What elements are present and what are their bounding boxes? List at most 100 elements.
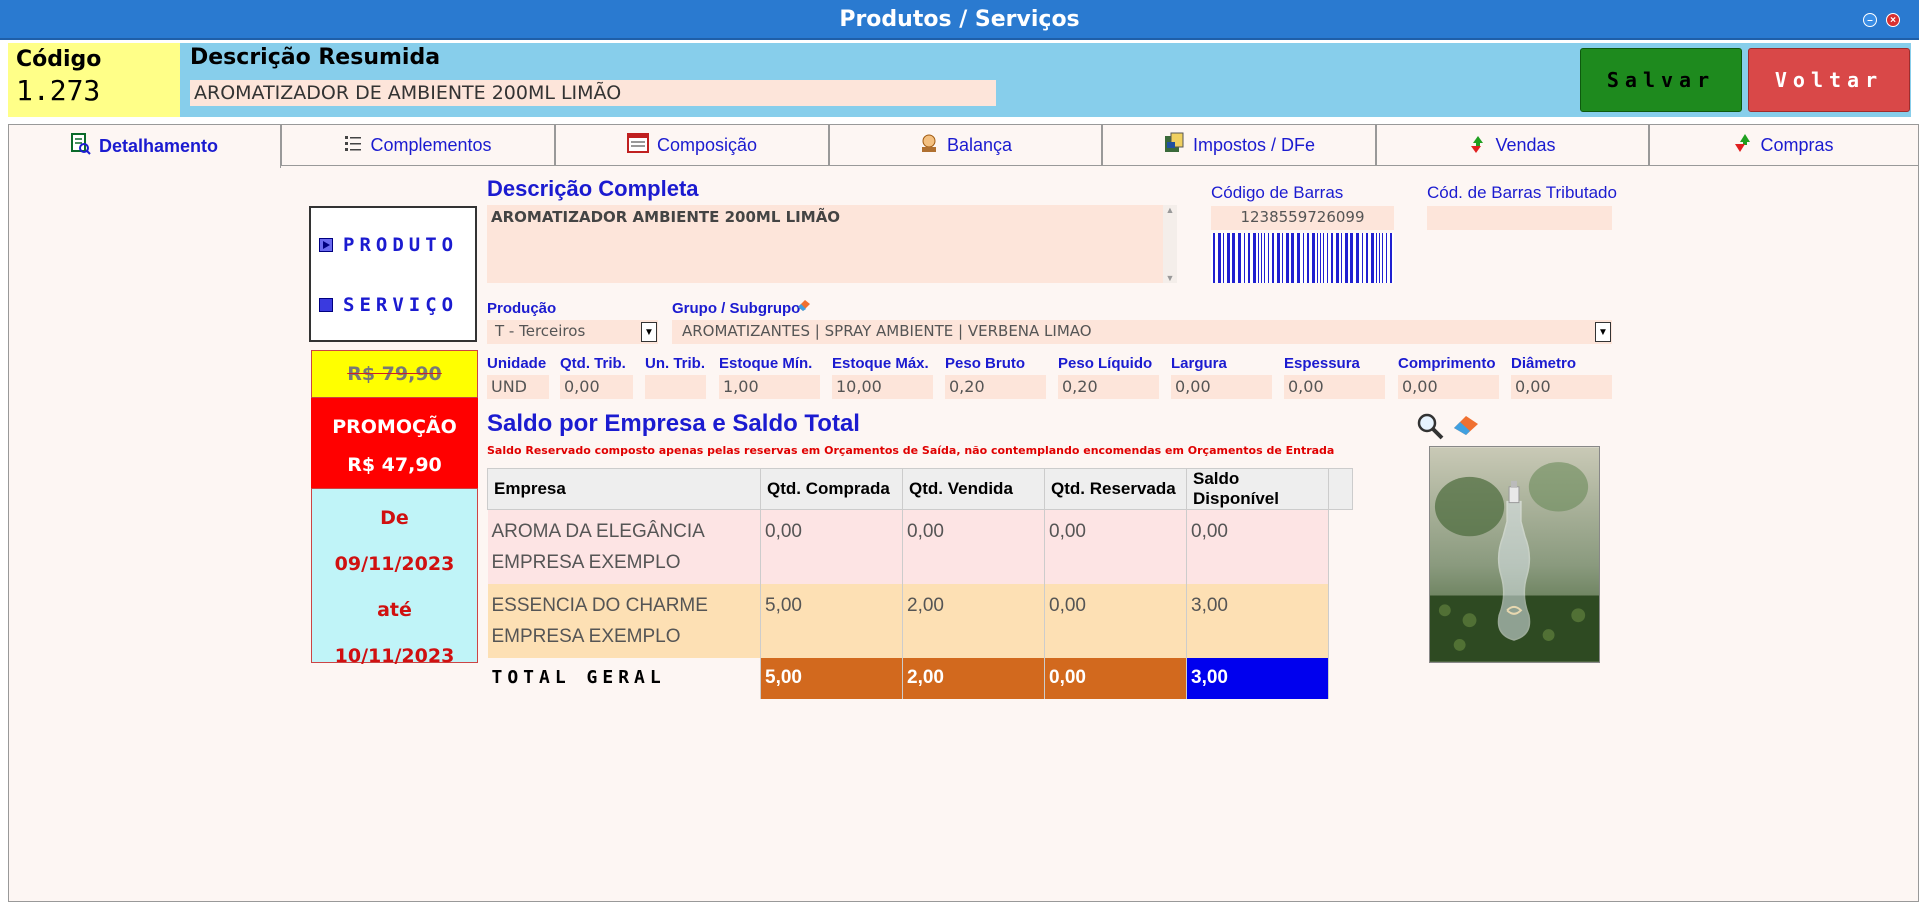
spec-label: Peso Bruto: [945, 355, 1026, 372]
back-button[interactable]: Voltar: [1748, 48, 1910, 112]
detail-icon: [70, 133, 91, 160]
column-header[interactable]: Saldo Disponível: [1186, 468, 1329, 510]
tab-bar: Detalhamento Complementos Composição Bal…: [8, 124, 1919, 168]
title-bar: Produtos / Serviços: [0, 0, 1919, 40]
scroll-up-icon: ▲: [1165, 205, 1175, 215]
total-sold: 2,00: [902, 658, 1045, 699]
purchases-arrows-icon: [1734, 132, 1752, 159]
spec-label: Comprimento: [1398, 355, 1496, 372]
tab-compras[interactable]: Compras: [1649, 124, 1919, 166]
cell-available: 3,00: [1186, 584, 1329, 658]
close-icon[interactable]: ×: [1886, 13, 1900, 27]
promo-price: R$ 47,90: [347, 454, 442, 476]
stock-note: Saldo Reservado composto apenas pelas re…: [487, 444, 1335, 457]
production-select[interactable]: T - Terceiros: [487, 320, 658, 344]
tab-balanca[interactable]: Balança: [829, 124, 1102, 166]
tax-icon: [1163, 132, 1185, 159]
cell-company: ESSENCIA DO CHARME EMPRESA EXEMPLO: [487, 584, 761, 658]
spec-input[interactable]: UND: [487, 375, 549, 399]
original-price: R$ 79,90: [311, 350, 478, 398]
spec-input[interactable]: 0,00: [1284, 375, 1385, 399]
spec-input[interactable]: 0,20: [1058, 375, 1159, 399]
spec-label: Largura: [1171, 355, 1227, 372]
column-header[interactable]: Qtd. Comprada: [760, 468, 903, 510]
spec-label: Qtd. Trib.: [560, 355, 626, 372]
column-header-filler: [1328, 468, 1353, 510]
spec-label: Estoque Mín.: [719, 355, 813, 372]
cell-available: 0,00: [1186, 509, 1329, 584]
cell-purchased: 0,00: [760, 509, 903, 584]
spec-input[interactable]: 1,00: [719, 375, 820, 399]
tab-composicao[interactable]: Composição: [555, 124, 829, 166]
full-description-textarea[interactable]: AROMATIZADOR AMBIENTE 200ML LIMÃO: [487, 205, 1177, 283]
spec-input[interactable]: 0,00: [1171, 375, 1272, 399]
spec-largura: Largura 0,00: [1171, 355, 1272, 399]
tab-label: Compras: [1760, 134, 1834, 155]
spec-label: Estoque Máx.: [832, 355, 929, 372]
spec-estoque-max: Estoque Máx. 10,00: [832, 355, 933, 399]
taxed-barcode-input[interactable]: [1427, 206, 1612, 230]
table-header-row: Empresa Qtd. Comprada Qtd. Vendida Qtd. …: [487, 468, 1353, 510]
tab-impostos[interactable]: Impostos / DFe: [1102, 124, 1376, 166]
scroll-down-icon: ▼: [1165, 273, 1175, 283]
stock-section-title: Saldo por Empresa e Saldo Total: [487, 410, 860, 437]
chevron-down-icon[interactable]: ▼: [1595, 322, 1611, 342]
short-description-input[interactable]: AROMATIZADOR DE AMBIENTE 200ML LIMÃO: [190, 80, 996, 106]
total-label: TOTAL GERAL: [487, 658, 761, 699]
cell-reserved: 0,00: [1044, 509, 1187, 584]
table-row[interactable]: AROMA DA ELEGÂNCIA EMPRESA EXEMPLO 0,00 …: [487, 509, 1353, 584]
spec-input[interactable]: [645, 375, 706, 399]
type-option-servico[interactable]: SERVIÇO: [319, 294, 458, 316]
spec-qtd-trib: Qtd. Trib. 0,00: [560, 355, 633, 399]
column-header[interactable]: Empresa: [487, 468, 761, 510]
spec-estoque-min: Estoque Mín. 1,00: [719, 355, 820, 399]
product-photo: [1429, 446, 1600, 663]
cell-sold: 0,00: [902, 509, 1045, 584]
row-filler: [1328, 658, 1353, 699]
row-filler: [1328, 584, 1353, 658]
tab-label: Balança: [946, 134, 1013, 155]
save-button[interactable]: Salvar: [1580, 48, 1742, 112]
barcode-label: Código de Barras: [1211, 183, 1344, 202]
eraser-icon[interactable]: [796, 298, 812, 317]
tab-label: Impostos / DFe: [1192, 134, 1316, 155]
table-row[interactable]: ESSENCIA DO CHARME EMPRESA EXEMPLO 5,00 …: [487, 584, 1353, 658]
spec-input[interactable]: 10,00: [832, 375, 933, 399]
promo-from-date: 09/11/2023: [334, 553, 455, 575]
magnifier-icon[interactable]: [1416, 412, 1444, 445]
minimize-icon[interactable]: –: [1863, 13, 1877, 27]
spec-input[interactable]: 0,00: [1398, 375, 1499, 399]
tab-complementos[interactable]: Complementos: [281, 124, 555, 166]
group-select[interactable]: AROMATIZANTES | SPRAY AMBIENTE | VERBENA…: [672, 320, 1612, 344]
spec-input[interactable]: 0,20: [945, 375, 1046, 399]
production-label: Produção: [487, 300, 557, 317]
barcode-input[interactable]: 1238559726099: [1211, 206, 1394, 230]
window-title: Produtos / Serviços: [839, 6, 1080, 32]
full-description-label: Descrição Completa: [487, 176, 699, 201]
spec-input[interactable]: 0,00: [560, 375, 633, 399]
tab-label: Composição: [656, 134, 758, 155]
eraser-icon[interactable]: [1452, 414, 1480, 441]
column-header[interactable]: Qtd. Vendida: [902, 468, 1045, 510]
column-header[interactable]: Qtd. Reservada: [1044, 468, 1187, 510]
promo-to-date: 10/11/2023: [334, 645, 455, 667]
spec-label: Diâmetro: [1511, 355, 1577, 372]
promo-from-label: De: [380, 507, 409, 529]
tab-vendas[interactable]: Vendas: [1376, 124, 1649, 166]
promo-label: PROMOÇÃO: [332, 416, 457, 438]
total-reserved: 0,00: [1044, 658, 1187, 699]
chevron-down-icon[interactable]: ▼: [641, 322, 657, 342]
tab-detalhamento[interactable]: Detalhamento: [8, 124, 281, 168]
spec-comprimento: Comprimento 0,00: [1398, 355, 1499, 399]
promo-to-label: até: [377, 599, 412, 621]
spec-input[interactable]: 0,00: [1511, 375, 1612, 399]
barcode-image: [1211, 233, 1394, 283]
group-label: Grupo / Subgrupo: [672, 300, 801, 317]
item-type-selector: PRODUTO SERVIÇO: [309, 206, 477, 342]
sales-arrows-icon: [1469, 132, 1487, 159]
type-option-produto[interactable]: PRODUTO: [319, 234, 458, 256]
stock-table: Empresa Qtd. Comprada Qtd. Vendida Qtd. …: [487, 468, 1353, 699]
full-description-scrollbar[interactable]: ▲ ▼: [1163, 205, 1177, 283]
spec-un-trib: Un. Trib.: [645, 355, 706, 399]
spec-diametro: Diâmetro 0,00: [1511, 355, 1612, 399]
